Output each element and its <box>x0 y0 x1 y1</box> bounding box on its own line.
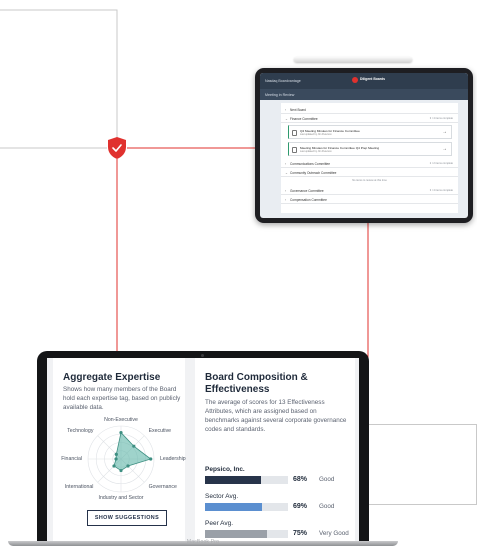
tablet-row-label: Compensation Committee <box>290 197 327 202</box>
tablet-row-meta: 3 / 4 items complete <box>429 117 453 120</box>
metric-bar-fill <box>205 530 268 538</box>
diligent-logo-icon <box>352 77 358 83</box>
radar-axis-label: Financial <box>61 456 82 462</box>
board-composition-card: Board Composition & Effectiveness The av… <box>195 358 355 541</box>
radar-point <box>149 457 153 461</box>
tablet-row-meta: 2 / 2 items complete <box>429 162 453 165</box>
tablet-screen: Nasdaq Boardvantage Diligent Boards Meet… <box>260 73 468 218</box>
radar-axis-label: Industry and Sector <box>98 495 144 501</box>
tablet-row-label: Governance Committee <box>290 188 324 193</box>
show-suggestions-button[interactable]: SHOW SUGGESTIONS <box>87 510 167 526</box>
tablet-card-sub: Last updated by Jim Peterson <box>300 132 332 136</box>
tablet-row-meta: 3 / 4 items complete <box>429 189 453 192</box>
shield-check-icon <box>108 137 126 159</box>
tablet-row-label: Communications Committee <box>290 161 331 166</box>
tablet-row-next-board[interactable]: › Next Board <box>281 106 458 114</box>
metric-bar-track <box>205 530 288 538</box>
metric-bar-track <box>205 503 288 511</box>
aggregate-expertise-card: Aggregate Expertise Shows how many membe… <box>53 358 186 541</box>
grey-connector-top-left <box>0 9 118 142</box>
tablet-row-compensation[interactable]: › Compensation Committee <box>281 196 458 204</box>
radar-point <box>126 464 130 468</box>
radar-point <box>119 431 123 435</box>
radar-point <box>114 452 118 456</box>
tablet-card-sub: Last updated by Jim Peterson <box>300 149 332 153</box>
stylus-pencil <box>294 57 412 62</box>
tablet-row-communications[interactable]: › Communications Committee 2 / 2 items c… <box>281 160 458 168</box>
metric-rating: Good <box>319 476 335 483</box>
outline-placeholder-box <box>368 424 477 505</box>
radar-point <box>132 444 136 448</box>
document-icon <box>292 147 297 153</box>
board-composition-description: The average of scores for 13 Effectivene… <box>205 399 347 433</box>
tablet-app-bar: Nasdaq Boardvantage Diligent Boards <box>260 73 468 89</box>
metric-name: Peer Avg. <box>205 520 234 527</box>
radar-axis-label: Governance <box>148 483 177 490</box>
tablet-row-label: Community Outreach Committee <box>290 170 337 175</box>
tablet-row-governance[interactable]: › Governance Committee 3 / 4 items compl… <box>281 187 458 195</box>
board-composition-title: Board Composition & Effectiveness <box>205 372 308 395</box>
radar-point <box>119 468 123 473</box>
tablet-minutes-card[interactable]: Meeting Minutes for Finance Committee Q4… <box>288 142 452 156</box>
illustration-canvas: Nasdaq Boardvantage Diligent Boards Meet… <box>0 0 477 546</box>
tablet-logo: Diligent Boards <box>352 77 385 83</box>
metric-bar-fill <box>205 503 263 511</box>
metric-rating: Very Good <box>319 530 349 537</box>
tablet-device: Nasdaq Boardvantage Diligent Boards Meet… <box>255 68 473 223</box>
tablet-meetings-panel: › Next Board ⌄ Finance Committee 3 / 4 i… <box>281 103 458 213</box>
tablet-row-label: Next Board <box>290 107 306 112</box>
document-icon <box>292 130 297 136</box>
metric-bar-fill <box>205 476 262 484</box>
radar-axis-label: International <box>64 483 94 490</box>
tablet-app-label: Nasdaq Boardvantage <box>265 79 301 83</box>
metric-value: 75% <box>293 529 308 537</box>
radar-axis-label: Non-Executive <box>104 417 138 423</box>
metric-name: Pepsico, Inc. <box>205 466 245 473</box>
tablet-row-finance[interactable]: ⌄ Finance Committee 3 / 4 items complete <box>281 115 458 123</box>
radar-axis-label: Leadership <box>160 456 186 462</box>
arrow-right-icon[interactable]: → <box>442 129 447 135</box>
metric-name: Sector Avg. <box>205 493 239 500</box>
tablet-empty-note: No items to review at this time <box>352 179 387 182</box>
tablet-logo-text: Diligent Boards <box>360 77 386 82</box>
tablet-row-label: Finance Committee <box>290 116 318 121</box>
laptop-camera <box>201 354 204 357</box>
radar-axis-label: Technology <box>67 428 94 435</box>
tablet-row-community[interactable]: ⌄ Community Outreach Committee <box>281 169 458 177</box>
radar-point <box>114 457 118 461</box>
metric-bar-track <box>205 476 288 484</box>
radar-point <box>112 464 116 468</box>
tablet-breadcrumb[interactable]: Meeting in Review <box>260 89 468 100</box>
laptop-model-label: MacBook Pro <box>186 539 220 545</box>
tablet-minutes-card[interactable]: Q4 Meeting Minutes for Finance Committee… <box>288 125 452 139</box>
arrow-right-icon[interactable]: → <box>442 146 447 152</box>
radar-axis-label: Executive <box>148 428 172 435</box>
metric-value: 69% <box>293 502 308 510</box>
laptop-screen: Aggregate Expertise Shows how many membe… <box>47 358 359 541</box>
metric-rating: Good <box>319 503 335 510</box>
metric-value: 68% <box>293 475 308 483</box>
